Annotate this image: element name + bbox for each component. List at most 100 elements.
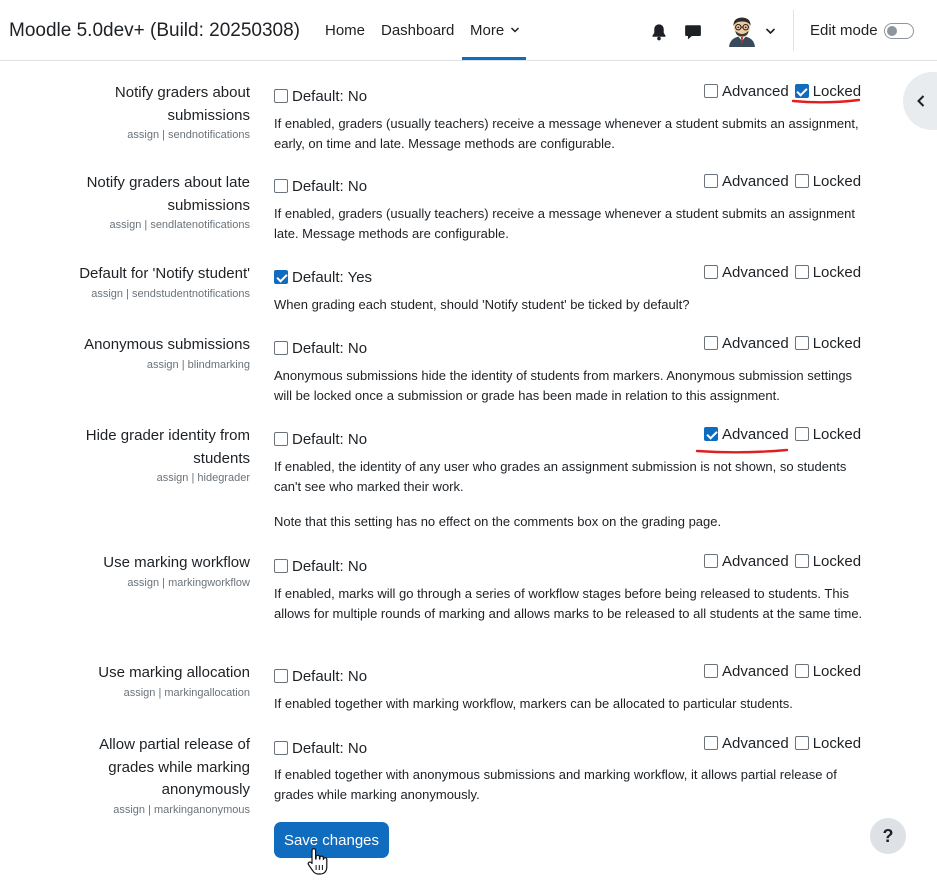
description-paragraph: If enabled together with marking workflo… — [274, 696, 793, 711]
locked-checkbox-label: Locked — [812, 173, 862, 190]
setting-label-line: Use marking workflow — [103, 554, 250, 571]
locked-checkbox-label: Locked — [812, 264, 862, 281]
nav-more[interactable]: More — [470, 22, 520, 39]
setting-label-line: Allow partial release of — [99, 736, 250, 753]
checkbox-unchecked-icon[interactable] — [794, 174, 809, 188]
default-value-checkbox[interactable]: Default: No — [274, 431, 367, 448]
locked-checkbox-label: Locked — [812, 553, 862, 570]
locked-checkbox[interactable]: Locked — [794, 553, 862, 570]
edit-mode-toggle[interactable] — [884, 23, 914, 39]
checkbox-unchecked-icon[interactable] — [274, 89, 288, 103]
checkbox-unchecked-icon[interactable] — [794, 554, 809, 568]
checkbox-unchecked-icon[interactable] — [794, 664, 809, 678]
setting-label-line: Anonymous submissions — [84, 336, 250, 353]
advanced-checkbox[interactable]: Advanced — [704, 173, 789, 190]
locked-checkbox[interactable]: Locked — [794, 264, 862, 281]
setting-label-line: Notify graders about late — [86, 174, 250, 191]
advanced-checkbox[interactable]: Advanced — [704, 663, 789, 680]
locked-checkbox[interactable]: Locked — [794, 173, 862, 190]
setting-label-line: Default for 'Notify student' — [79, 265, 250, 282]
locked-checkbox-label: Locked — [812, 335, 862, 352]
default-value-checkbox[interactable]: Default: No — [274, 740, 367, 757]
checkbox-unchecked-icon[interactable] — [274, 432, 288, 446]
default-value-checkbox[interactable]: Default: No — [274, 558, 367, 575]
setting-key: assign | hidegrader — [156, 472, 250, 484]
advanced-checkbox[interactable]: Advanced — [704, 553, 789, 570]
advanced-checkbox[interactable]: Advanced — [704, 735, 789, 752]
checkbox-unchecked-icon[interactable] — [704, 554, 718, 568]
default-value-label: Default: No — [292, 178, 368, 195]
description-paragraph: If enabled, marks will go through a seri… — [274, 586, 863, 621]
checkbox-unchecked-icon[interactable] — [704, 174, 718, 188]
setting-key: assign | markingallocation — [123, 686, 250, 699]
setting-description: If enabled, graders (usually teachers) r… — [274, 114, 864, 154]
setting-flags: Advanced Locked — [704, 553, 861, 570]
chevron-down-icon — [511, 27, 520, 33]
advanced-checkbox-label: Advanced — [722, 264, 789, 281]
locked-checkbox-label: Locked — [812, 426, 862, 443]
checkbox-unchecked-icon[interactable] — [704, 265, 718, 279]
locked-checkbox[interactable]: Locked — [794, 426, 862, 443]
chevron-left-icon — [917, 95, 925, 107]
drawer-toggle-button[interactable] — [903, 72, 937, 130]
default-value-label: Default: No — [292, 668, 368, 685]
advanced-checkbox-label: Advanced — [722, 335, 789, 352]
advanced-checkbox[interactable]: Advanced — [704, 426, 789, 443]
locked-checkbox[interactable]: Locked — [794, 335, 862, 352]
nav-home[interactable]: Home — [325, 22, 365, 39]
checkbox-unchecked-icon[interactable] — [274, 669, 288, 683]
default-value-checkbox[interactable]: Default: No — [274, 88, 367, 105]
setting-label-block: Use marking workflow assign | markingwork… — [50, 552, 250, 591]
avatar[interactable] — [727, 15, 757, 47]
nav-dashboard[interactable]: Dashboard — [381, 22, 454, 39]
checkbox-unchecked-icon[interactable] — [274, 341, 288, 355]
checkbox-unchecked-icon[interactable] — [794, 336, 809, 350]
default-value-checkbox[interactable]: Default: No — [274, 668, 367, 685]
setting-label-line: Notify graders about — [114, 84, 250, 101]
user-menu-chevron-icon[interactable] — [765, 27, 776, 35]
checkbox-unchecked-icon[interactable] — [794, 265, 809, 279]
default-value-checkbox[interactable]: Default: No — [274, 178, 367, 195]
advanced-checkbox[interactable]: Advanced — [704, 83, 789, 100]
checkbox-checked-icon[interactable] — [704, 427, 718, 441]
hand-cursor-icon — [307, 848, 328, 875]
locked-checkbox[interactable]: Locked — [794, 735, 861, 752]
checkbox-unchecked-icon[interactable] — [704, 736, 718, 750]
save-changes-button[interactable]: Save changes — [274, 822, 389, 858]
setting-label-block: Notify graders about submissions assign | … — [50, 82, 250, 143]
default-value-checkbox[interactable]: Default: Yes — [274, 269, 372, 286]
setting-label-line: grades while marking — [108, 758, 250, 776]
checkbox-unchecked-icon[interactable] — [274, 559, 288, 573]
help-button[interactable]: ? — [870, 818, 906, 854]
checkbox-unchecked-icon[interactable] — [704, 336, 718, 350]
bell-icon[interactable] — [650, 23, 668, 41]
default-value-label: Default: No — [292, 340, 368, 357]
setting-label-line: students — [193, 449, 250, 467]
description-paragraph: When grading each student, should 'Notif… — [274, 297, 690, 312]
checkbox-unchecked-icon[interactable] — [274, 179, 288, 193]
locked-checkbox[interactable]: Locked — [794, 663, 861, 680]
checkbox-checked-icon[interactable] — [274, 270, 288, 284]
messages-icon[interactable] — [684, 23, 702, 41]
setting-label: Default for 'Notify student' — [50, 263, 250, 286]
setting-flags: Advanced Locked — [704, 264, 861, 281]
advanced-checkbox[interactable]: Advanced — [704, 335, 789, 352]
checkbox-unchecked-icon[interactable] — [794, 736, 809, 750]
default-value-checkbox[interactable]: Default: No — [274, 340, 367, 357]
advanced-checkbox[interactable]: Advanced — [704, 264, 789, 281]
setting-flags: Advanced Locked — [704, 735, 861, 752]
checkbox-unchecked-icon[interactable] — [274, 741, 288, 755]
checkbox-unchecked-icon[interactable] — [704, 664, 718, 678]
checkbox-unchecked-icon[interactable] — [794, 427, 809, 441]
description-paragraph: If enabled, graders (usually teachers) r… — [274, 116, 859, 151]
setting-label-line: Hide grader identity from — [85, 427, 250, 444]
setting-flags: Advanced Locked — [704, 173, 861, 190]
setting-key: assign | sendlatenotifications — [109, 219, 250, 231]
checkbox-unchecked-icon[interactable] — [704, 84, 718, 98]
site-name[interactable]: Moodle 5.0dev+ (Build: 20250308) — [9, 20, 300, 42]
setting-key: assign | blindmarking — [146, 358, 250, 371]
setting-flags: Advanced Locked — [704, 426, 861, 443]
setting-label-block: Hide grader identity from students assign … — [50, 425, 250, 486]
setting-description: If enabled, the identity of any user who… — [274, 457, 864, 532]
description-paragraph: Note that this setting has no effect on … — [274, 514, 722, 529]
